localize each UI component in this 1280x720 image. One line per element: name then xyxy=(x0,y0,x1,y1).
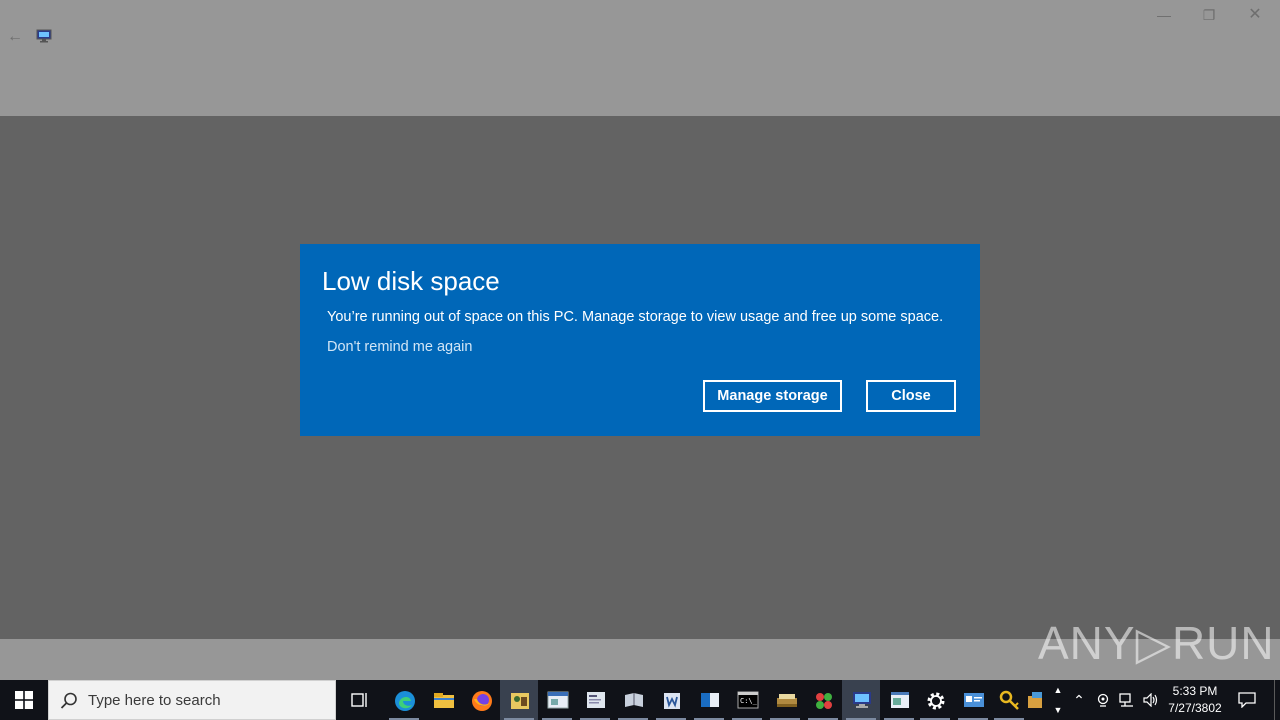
manage-storage-button[interactable]: Manage storage xyxy=(703,380,842,412)
anyrun-watermark: ANY▷RUN xyxy=(1038,608,1274,672)
sticky-app-icon[interactable] xyxy=(500,680,538,720)
document-app-icon[interactable] xyxy=(576,680,614,720)
settings-gear-icon[interactable] xyxy=(916,680,954,720)
window-title-bar: ← — ❐ ✕ xyxy=(0,0,1280,116)
clock-date: 7/27/3802 xyxy=(1168,701,1222,715)
windows-logo-icon xyxy=(15,691,33,709)
watermark-text: ANY▷RUN xyxy=(1038,617,1275,669)
task-view-icon[interactable] xyxy=(341,680,379,720)
book-app-icon[interactable] xyxy=(614,680,652,720)
dialog-title: Low disk space xyxy=(322,266,500,296)
file-explorer-icon[interactable] xyxy=(424,680,462,720)
webcam-tray-icon[interactable] xyxy=(1092,680,1114,720)
low-disk-space-dialog: Low disk space You’re running out of spa… xyxy=(300,244,980,436)
clock-time: 5:33 PM xyxy=(1172,684,1218,698)
word-app-icon[interactable] xyxy=(652,680,690,720)
puzzle-app-icon[interactable] xyxy=(804,680,842,720)
restore-button[interactable]: ❐ xyxy=(1186,0,1232,30)
network-icon[interactable] xyxy=(1116,680,1138,720)
taskbar-scroll-arrows[interactable]: ▲ ▼ xyxy=(1048,680,1068,720)
edge-icon[interactable] xyxy=(385,680,423,720)
back-arrow-icon[interactable]: ← xyxy=(4,26,26,48)
terminal-icon[interactable]: C:\_ xyxy=(728,680,766,720)
package-app-icon[interactable] xyxy=(1024,680,1048,720)
volume-icon[interactable] xyxy=(1140,680,1162,720)
notification-center-icon[interactable] xyxy=(1232,680,1262,720)
show-hidden-icons-chevron-icon[interactable]: ⌃ xyxy=(1068,680,1090,720)
show-desktop-button[interactable] xyxy=(1274,680,1280,720)
dont-remind-link[interactable]: Don't remind me again xyxy=(327,339,472,355)
monitor-app-icon[interactable] xyxy=(842,680,880,720)
taskbar: Type here to search C:\_ ▲ ▼ ⌃ 5:33 PM 7… xyxy=(0,680,1280,720)
dialog-message: You’re running out of space on this PC. … xyxy=(327,309,944,325)
window-app-icon[interactable] xyxy=(538,680,576,720)
svg-text:C:\_: C:\_ xyxy=(740,697,758,705)
window-close-button[interactable]: ✕ xyxy=(1232,0,1278,30)
search-placeholder: Type here to search xyxy=(88,692,221,709)
minimize-button[interactable]: — xyxy=(1141,0,1187,30)
start-button[interactable] xyxy=(0,680,48,720)
scanner-app-icon[interactable] xyxy=(766,680,804,720)
search-icon xyxy=(60,692,77,709)
taskbar-search-box[interactable]: Type here to search xyxy=(48,680,336,720)
contact-card-icon[interactable] xyxy=(954,680,992,720)
outlook-app-icon[interactable] xyxy=(690,680,728,720)
monitor-icon xyxy=(36,29,52,43)
taskbar-clock[interactable]: 5:33 PM 7/27/3802 xyxy=(1162,680,1228,720)
firefox-icon[interactable] xyxy=(462,680,500,720)
key-icon[interactable] xyxy=(990,680,1028,720)
dialog-close-button[interactable]: Close xyxy=(866,380,956,412)
notepad-app-icon[interactable] xyxy=(880,680,918,720)
